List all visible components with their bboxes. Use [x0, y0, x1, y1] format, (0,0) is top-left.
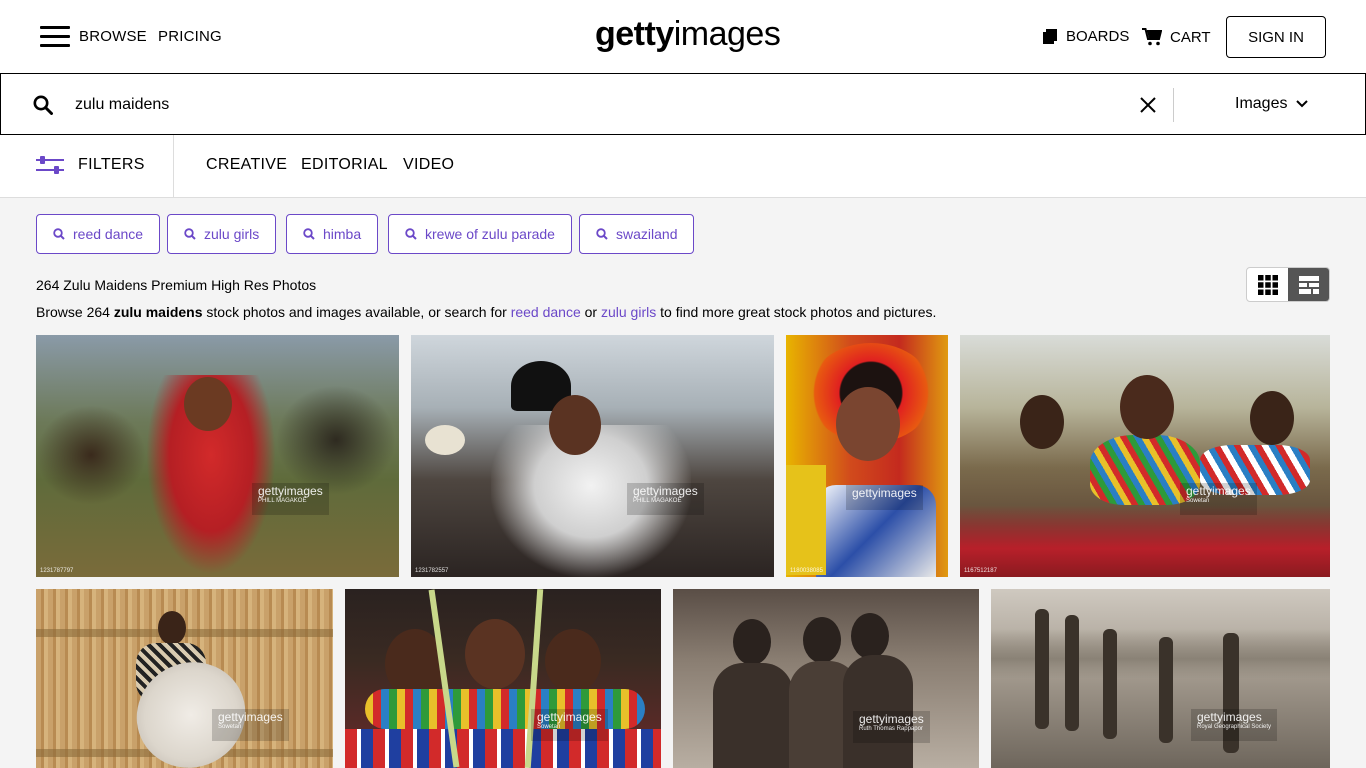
clear-icon[interactable] [1139, 96, 1157, 114]
search-icon [53, 228, 65, 240]
watermark: gettyimages Sowetan [1180, 483, 1257, 515]
chip-label: swaziland [616, 226, 678, 242]
chip-label: reed dance [73, 226, 144, 242]
browse-link[interactable]: BROWSE [79, 28, 147, 45]
watermark-text: gettyimages [537, 710, 602, 724]
image-id: 1167512187 [964, 568, 997, 574]
result-image[interactable]: gettyimages 1180038085 [786, 335, 948, 577]
search-icon [184, 228, 196, 240]
watermark: gettyimages PHILL MAGAKOE [627, 483, 704, 515]
chip-label: krewe of zulu parade [425, 226, 555, 242]
chip-label: zulu girls [204, 226, 260, 242]
search-icon [303, 228, 315, 240]
menu-icon[interactable] [40, 26, 70, 48]
related-search-chip[interactable]: krewe of zulu parade [388, 214, 572, 254]
watermark: gettyimages Ruth Thomas Rappapor [853, 711, 930, 743]
filters-label: FILTERS [78, 156, 145, 173]
desc-or: or [580, 304, 601, 320]
watermark-text: gettyimages [633, 484, 698, 498]
watermark-text: gettyimages [1186, 484, 1251, 498]
tab-creative[interactable]: CREATIVE [206, 156, 287, 174]
result-image[interactable]: gettyimages PHILL MAGAKOE 1231782557 [411, 335, 774, 577]
chevron-down-icon [1296, 100, 1309, 108]
results-count: 264 Zulu Maidens Premium High Res Photos [36, 277, 317, 293]
tab-video[interactable]: VIDEO [403, 156, 454, 174]
image-id: 1180038085 [790, 568, 823, 574]
suggest-link-reed-dance[interactable]: reed dance [511, 304, 581, 320]
watermark: gettyimages Sowetan [212, 709, 289, 741]
related-search-chip[interactable]: himba [286, 214, 379, 254]
result-image[interactable]: gettyimages Ruth Thomas Rappapor [673, 589, 979, 768]
watermark-text: gettyimages [218, 710, 283, 724]
desc-term: zulu maidens [113, 304, 203, 320]
photo-credit: Sowetan [1186, 498, 1210, 504]
boards-icon [1043, 28, 1057, 44]
filter-bar: FILTERS CREATIVE EDITORIAL VIDEO [0, 135, 1366, 198]
getty-logo[interactable]: gettyimages [595, 14, 781, 54]
watermark-text: gettyimages [258, 484, 323, 498]
result-image[interactable]: gettyimages Sowetan 1167512187 [960, 335, 1330, 577]
boards-label: BOARDS [1066, 28, 1130, 45]
result-image[interactable]: gettyimages Sowetan [345, 589, 661, 768]
watermark-text: gettyimages [859, 712, 924, 726]
desc-prefix: Browse 264 [36, 304, 114, 320]
watermark: gettyimages Sowetan [531, 709, 608, 741]
top-header: BROWSE PRICING gettyimages BOARDS CART S… [0, 0, 1366, 74]
cart-link[interactable]: CART [1142, 28, 1211, 46]
cart-icon [1142, 28, 1162, 46]
grid-view-button[interactable] [1247, 268, 1288, 301]
sign-in-button[interactable]: SIGN IN [1226, 16, 1326, 58]
tab-editorial[interactable]: EDITORIAL [301, 156, 388, 174]
filters-button[interactable]: FILTERS [0, 135, 174, 197]
boards-link[interactable]: BOARDS [1042, 28, 1129, 45]
related-search-chip[interactable]: reed dance [36, 214, 161, 254]
pricing-link[interactable]: PRICING [158, 28, 222, 45]
desc-mid: stock photos and images available, or se… [202, 304, 511, 320]
chip-label: himba [323, 226, 362, 242]
logo-bold: getty [595, 15, 674, 53]
search-input[interactable] [75, 93, 1115, 117]
related-search-chip[interactable]: zulu girls [167, 214, 277, 254]
watermark: gettyimages [846, 485, 923, 510]
results-description: Browse 264 zulu maidens stock photos and… [36, 304, 936, 320]
image-id: 1231787797 [40, 568, 74, 574]
photo-credit: Sowetan [218, 724, 242, 730]
mosaic-view-button[interactable] [1288, 268, 1329, 301]
result-image[interactable]: gettyimages PHILL MAGAKOE 1231787797 [36, 335, 399, 577]
result-image[interactable]: gettyimages Royal Geographical Society [991, 589, 1330, 768]
watermark-text: gettyimages [852, 486, 917, 500]
photo-credit: Royal Geographical Society [1197, 724, 1272, 730]
view-toggle [1246, 267, 1330, 302]
photo-credit: Sowetan [537, 724, 561, 730]
watermark-text: gettyimages [1197, 710, 1262, 724]
search-divider [1173, 88, 1174, 122]
media-type-select[interactable]: Images [1235, 95, 1309, 113]
search-icon[interactable] [33, 95, 53, 115]
mosaic-icon [1298, 275, 1319, 294]
search-icon [596, 228, 608, 240]
image-id: 1231782557 [415, 568, 449, 574]
result-image[interactable]: gettyimages Sowetan [36, 589, 333, 768]
desc-suffix: to find more great stock photos and pict… [656, 304, 937, 320]
photo-credit: PHILL MAGAKOE [258, 498, 307, 504]
photo-credit: Ruth Thomas Rappapor [859, 726, 923, 732]
cart-label: CART [1170, 28, 1211, 46]
search-icon [405, 228, 417, 240]
grid-icon [1257, 274, 1278, 295]
photo-credit: PHILL MAGAKOE [633, 498, 682, 504]
search-bar: Images [0, 73, 1366, 135]
watermark: gettyimages Royal Geographical Society [1191, 709, 1278, 741]
suggest-link-zulu-girls[interactable]: zulu girls [601, 304, 656, 320]
media-type-label: Images [1235, 95, 1288, 112]
related-search-chip[interactable]: swaziland [579, 214, 695, 254]
logo-light: images [673, 15, 781, 53]
sliders-icon [36, 156, 64, 174]
watermark: gettyimages PHILL MAGAKOE [252, 483, 329, 515]
